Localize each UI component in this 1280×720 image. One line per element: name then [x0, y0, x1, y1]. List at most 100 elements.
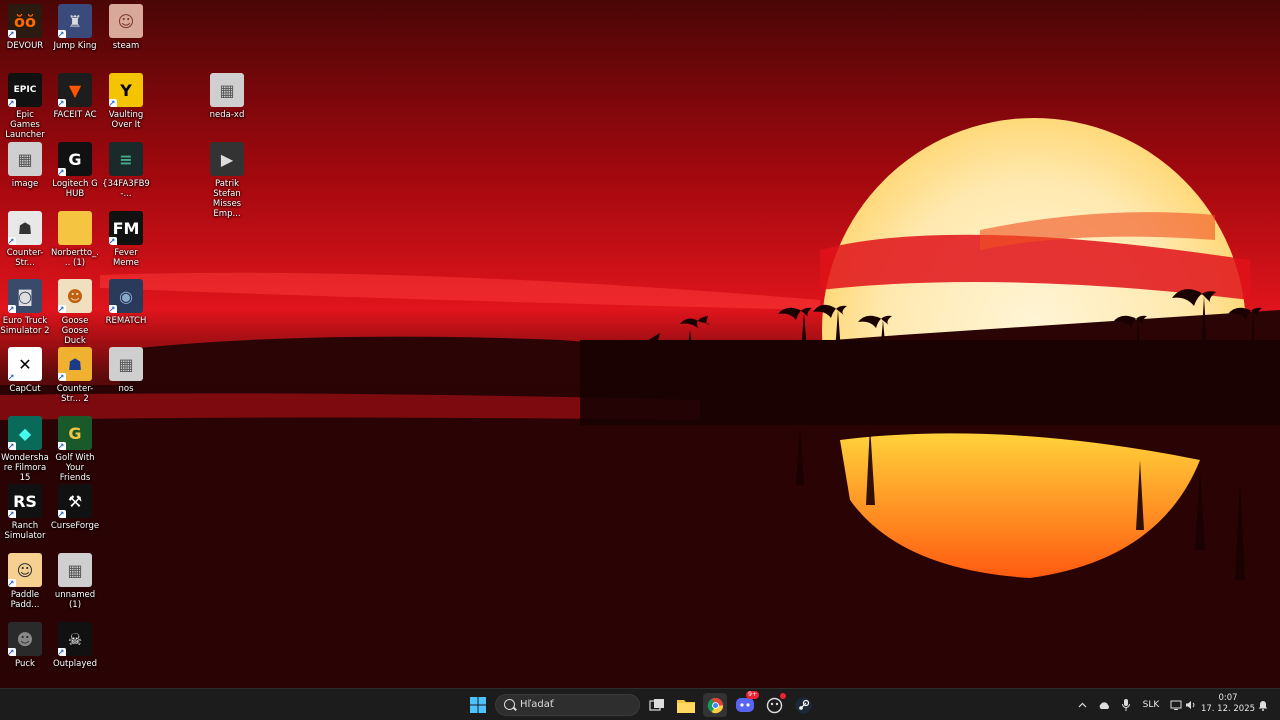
desktop-icon[interactable]: ◙ ↗ Euro Truck Simulator 2	[0, 275, 50, 336]
desktop-icon-label: Outplayed	[52, 659, 98, 669]
desktop-icon[interactable]: ◆ ↗ Wondershare Filmora 15	[0, 412, 50, 483]
start-icon[interactable]	[466, 693, 490, 717]
desktop-icon[interactable]: ▶ Patrik Stefan Misses Emp...	[202, 138, 252, 219]
desktop-icon[interactable]: ☺ ↗ Paddle Padd...	[0, 549, 50, 610]
video-file-icon: ▶	[210, 142, 244, 176]
desktop-icon[interactable]: ▦ unnamed (1)	[50, 549, 100, 610]
desktop-icon-label: CurseForge	[50, 521, 100, 531]
image-file-icon: ▦	[210, 73, 244, 107]
desktop-icon[interactable]: ▦ nos	[101, 343, 151, 394]
fever-meme-icon: FM ↗	[109, 211, 143, 245]
desktop-icon-label: Fever Meme	[112, 248, 140, 268]
screenshot-file-icon: ≡	[109, 142, 143, 176]
search-placeholder: Hľadať	[520, 699, 554, 710]
desktop-icon[interactable]: ✕ ↗ CapCut	[0, 343, 50, 394]
desktop-icon-label: Ranch Simulator	[4, 521, 46, 541]
desktop-icon[interactable]: G ↗ Golf With Your Friends	[50, 412, 100, 483]
desktop-icon[interactable]: ☺ steam	[101, 0, 151, 51]
desktop-icon-label: Epic Games Launcher	[5, 110, 45, 140]
desktop-icon[interactable]: EPIC ↗ Epic Games Launcher	[0, 69, 50, 140]
shortcut-arrow-icon: ↗	[58, 99, 66, 107]
search-icon	[504, 699, 515, 710]
desktop-icon[interactable]: ⚒ ↗ CurseForge	[50, 480, 100, 531]
shortcut-arrow-icon: ↗	[109, 99, 117, 107]
notification-bell-icon[interactable]	[1256, 689, 1270, 720]
desktop-icon[interactable]: FM ↗ Fever Meme	[101, 207, 151, 268]
taskbar: Hľadať 9+ SLK 0:07 17. 12. 2025	[0, 688, 1280, 720]
shortcut-arrow-icon: ↗	[109, 305, 117, 313]
language-indicator[interactable]: SLK	[1138, 689, 1164, 720]
desktop-icon[interactable]: ☻ ↗ Puck	[0, 618, 50, 669]
curseforge-icon: ⚒ ↗	[58, 484, 92, 518]
ranch-icon: RS ↗	[8, 484, 42, 518]
desktop-icon-label: Logitech G HUB	[52, 179, 98, 199]
desktop-icon[interactable]: Norbertto_... (1)	[50, 207, 100, 268]
desktop-icon-label: Euro Truck Simulator 2	[0, 316, 50, 336]
desktop-icon-label: Paddle Padd...	[10, 590, 40, 610]
desktop-icon[interactable]: ŏŏ ↗ DEVOUR	[0, 0, 50, 51]
clock[interactable]: 0:07 17. 12. 2025	[1200, 693, 1256, 715]
notification-dot	[780, 693, 786, 699]
desktop-icon[interactable]: ♜ ↗ Jump King	[50, 0, 100, 51]
desktop-icon-label: {34FA3FB9-...	[102, 179, 150, 199]
image-file-icon: ▦	[109, 347, 143, 381]
shortcut-arrow-icon: ↗	[58, 30, 66, 38]
steam-icon[interactable]	[791, 693, 815, 717]
volume-icon[interactable]	[1184, 689, 1198, 720]
desktop-icon-label: steam	[112, 41, 140, 51]
goose-icon: ☻ ↗	[58, 279, 92, 313]
desktop-icon-label: Wondershare Filmora 15	[1, 453, 49, 483]
euro-truck-icon: ◙ ↗	[8, 279, 42, 313]
desktop-icon[interactable]: ☠ ↗ Outplayed	[50, 618, 100, 669]
desktop-icon-label: Counter-Str...	[6, 248, 44, 268]
clock-date: 17. 12. 2025	[1200, 704, 1256, 714]
show-hidden-icons-chevron-icon[interactable]	[1074, 689, 1090, 720]
steam-photo-icon: ☺	[109, 4, 143, 38]
desktop-icon[interactable]: ▼ ↗ FACEIT AC	[50, 69, 100, 120]
capcut-icon: ✕ ↗	[8, 347, 42, 381]
shortcut-arrow-icon: ↗	[58, 373, 66, 381]
shortcut-arrow-icon: ↗	[8, 510, 16, 518]
task-view-icon[interactable]	[645, 693, 669, 717]
app-icon[interactable]	[762, 693, 786, 717]
counter-strike-icon: ☗ ↗	[8, 211, 42, 245]
desktop-icon[interactable]: Y ↗ Vaulting Over It	[101, 69, 151, 130]
desktop-icon-label: Jump King	[53, 41, 97, 51]
discord-icon[interactable]: 9+	[733, 691, 759, 717]
vaulting-over-it-icon: Y ↗	[109, 73, 143, 107]
desktop-icon-label: unnamed (1)	[54, 590, 96, 610]
desktop-icon[interactable]: ☗ ↗ Counter-Str...	[0, 207, 50, 268]
desktop-icon-label: neda-xd	[209, 110, 245, 120]
shortcut-arrow-icon: ↗	[58, 510, 66, 518]
desktop-icon-label: nos	[118, 384, 134, 394]
desktop-icon-label: Norbertto_... (1)	[51, 248, 99, 268]
network-icon[interactable]	[1168, 689, 1184, 720]
desktop-icon[interactable]: ▦ image	[0, 138, 50, 189]
folder-icon	[58, 211, 92, 245]
file-explorer-icon[interactable]	[674, 693, 698, 717]
jump-king-icon: ♜ ↗	[58, 4, 92, 38]
microphone-icon[interactable]	[1118, 689, 1134, 720]
rematch-icon: ◉ ↗	[109, 279, 143, 313]
search-box[interactable]: Hľadať	[495, 694, 640, 716]
desktop: ŏŏ ↗ DEVOUR ♜ ↗ Jump King ☺ steam EPIC ↗ Epic Game…	[0, 0, 1280, 688]
shortcut-arrow-icon: ↗	[58, 442, 66, 450]
desktop-icon[interactable]: ≡ {34FA3FB9-...	[101, 138, 151, 199]
chrome-icon[interactable]	[703, 693, 727, 717]
desktop-icon-label: Golf With Your Friends	[55, 453, 95, 483]
desktop-icon-label: Counter-Str... 2	[56, 384, 94, 404]
shortcut-arrow-icon: ↗	[109, 237, 117, 245]
desktop-icon[interactable]: ☗ ↗ Counter-Str... 2	[50, 343, 100, 404]
desktop-icon[interactable]: G ↗ Logitech G HUB	[50, 138, 100, 199]
onedrive-icon[interactable]	[1096, 689, 1112, 720]
shortcut-arrow-icon: ↗	[8, 648, 16, 656]
shortcut-arrow-icon: ↗	[8, 237, 16, 245]
desktop-icon[interactable]: ☻ ↗ Goose Goose Duck	[50, 275, 100, 346]
desktop-icon[interactable]: ◉ ↗ REMATCH	[101, 275, 151, 326]
desktop-icon-label: Patrik Stefan Misses Emp...	[212, 179, 242, 219]
desktop-icon[interactable]: RS ↗ Ranch Simulator	[0, 480, 50, 541]
desktop-icon[interactable]: ▦ neda-xd	[202, 69, 252, 120]
desktop-icon-label: FACEIT AC	[53, 110, 97, 120]
shortcut-arrow-icon: ↗	[8, 99, 16, 107]
image-file-icon: ▦	[58, 553, 92, 587]
